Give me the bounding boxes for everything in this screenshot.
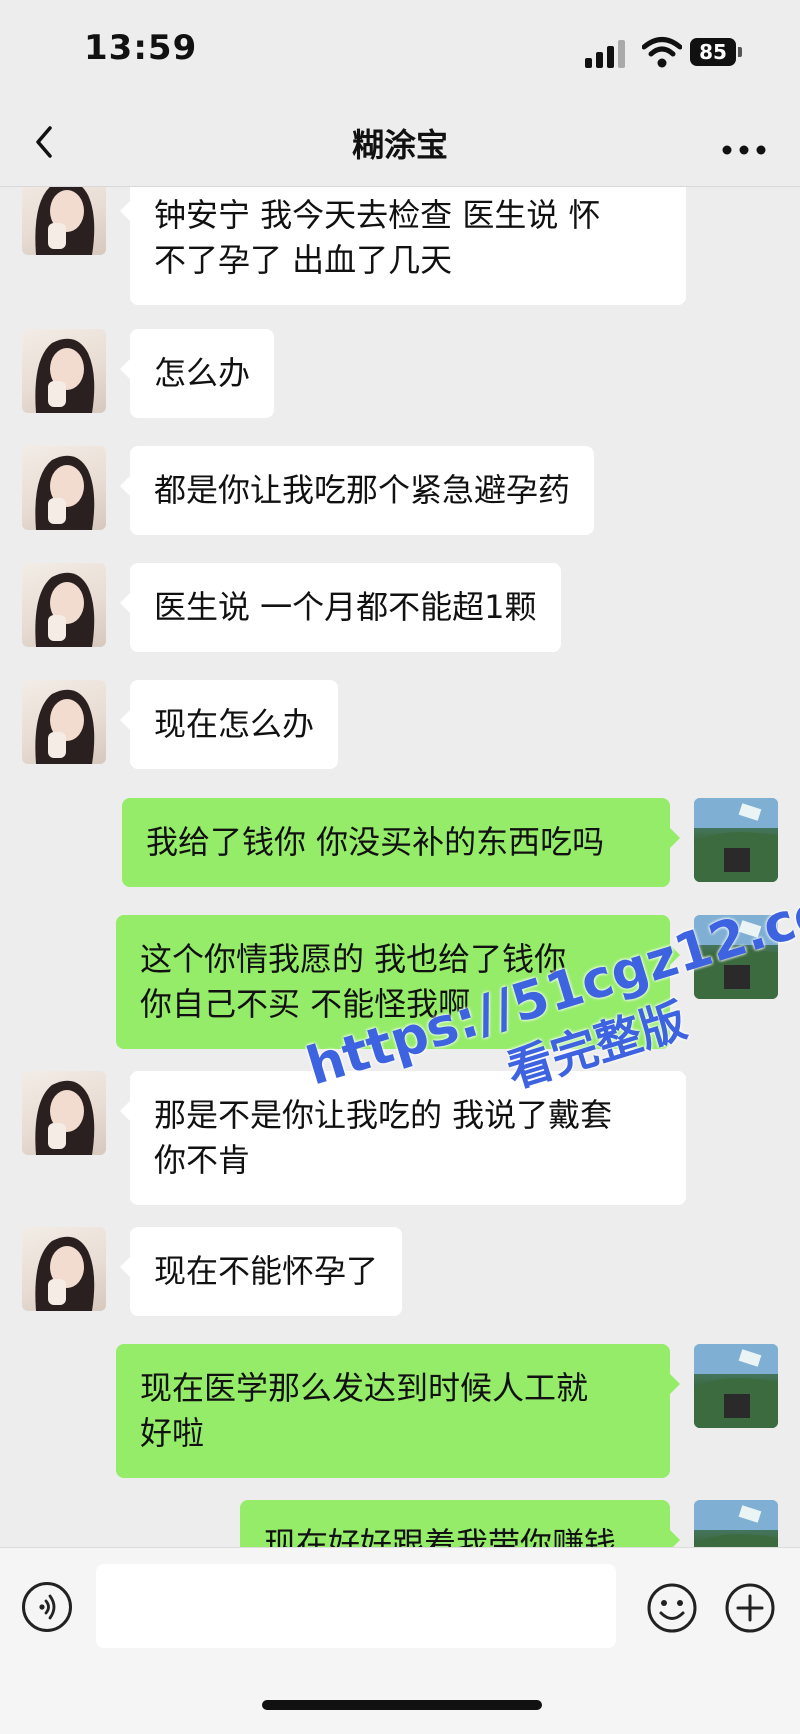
status-time: 13:59 xyxy=(84,28,198,68)
contact-avatar[interactable] xyxy=(22,187,106,255)
user-avatar[interactable] xyxy=(694,1500,778,1547)
message-received[interactable]: 钟安宁 我今天去检查 医生说 怀 不了孕了 出血了几天 xyxy=(120,187,686,305)
message-text: 医生说 一个月都不能超1颗 xyxy=(154,588,537,626)
message-text: 我给了钱你 你没买补的东西吃吗 xyxy=(146,823,605,861)
message-text: 现在怎么办 xyxy=(154,705,315,743)
user-avatar[interactable] xyxy=(694,915,778,999)
message-received[interactable]: 都是你让我吃那个紧急避孕药 xyxy=(119,446,595,535)
signal-icon xyxy=(585,40,627,68)
message-received[interactable]: 怎么办 xyxy=(119,329,275,418)
user-avatar[interactable] xyxy=(694,798,778,882)
voice-icon[interactable] xyxy=(22,1582,72,1632)
message-received[interactable]: 医生说 一个月都不能超1颗 xyxy=(120,563,561,652)
message-input[interactable] xyxy=(96,1564,616,1648)
contact-avatar[interactable] xyxy=(22,1071,106,1155)
message-sent[interactable]: 我给了钱你 你没买补的东西吃吗 xyxy=(122,798,680,887)
input-bar xyxy=(0,1547,800,1734)
message-text: 这个你情我愿的 我也给了钱你 你自己不买 不能怪我啊 xyxy=(140,940,567,1023)
message-text: 现在好好跟着我带你赚钱 xyxy=(264,1525,617,1547)
user-avatar[interactable] xyxy=(694,1344,778,1428)
battery-level: 85 xyxy=(690,38,736,66)
message-text: 现在不能怀孕了 xyxy=(154,1252,379,1290)
wifi-icon xyxy=(641,36,683,68)
chat-header: 糊涂宝 xyxy=(0,100,800,187)
message-sent[interactable]: 这个你情我愿的 我也给了钱你 你自己不买 不能怪我啊 xyxy=(116,915,680,1049)
message-text: 怎么办 xyxy=(154,354,251,392)
message-received[interactable]: 现在怎么办 xyxy=(119,680,339,769)
contact-avatar[interactable] xyxy=(22,563,106,647)
home-indicator xyxy=(262,1700,542,1710)
message-sent[interactable]: 现在医学那么发达到时候人工就 好啦 xyxy=(116,1344,680,1478)
plus-icon[interactable] xyxy=(724,1582,776,1634)
message-received[interactable]: 现在不能怀孕了 xyxy=(119,1227,403,1316)
chat-title: 糊涂宝 xyxy=(351,126,448,164)
message-text: 都是你让我吃那个紧急避孕药 xyxy=(154,471,571,509)
contact-avatar[interactable] xyxy=(22,329,106,413)
message-received[interactable]: 那是不是你让我吃的 我说了戴套 你不肯 xyxy=(120,1071,686,1205)
message-text: 钟安宁 我今天去检查 医生说 怀 不了孕了 出血了几天 xyxy=(154,196,601,279)
emoji-icon[interactable] xyxy=(646,1582,698,1634)
status-bar: 13:59 85 xyxy=(0,0,800,100)
contact-avatar[interactable] xyxy=(22,1227,106,1311)
message-sent[interactable]: 现在好好跟着我带你赚钱 xyxy=(240,1500,680,1547)
contact-avatar[interactable] xyxy=(22,680,106,764)
more-dots-icon[interactable] xyxy=(722,140,766,155)
contact-avatar[interactable] xyxy=(22,446,106,530)
message-list[interactable]: 钟安宁 我今天去检查 医生说 怀 不了孕了 出血了几天 怎么办 都是你让我吃那个… xyxy=(0,187,800,1547)
message-text: 现在医学那么发达到时候人工就 好啦 xyxy=(140,1369,589,1452)
battery-icon: 85 xyxy=(690,38,742,66)
message-text: 那是不是你让我吃的 我说了戴套 你不肯 xyxy=(154,1096,613,1179)
